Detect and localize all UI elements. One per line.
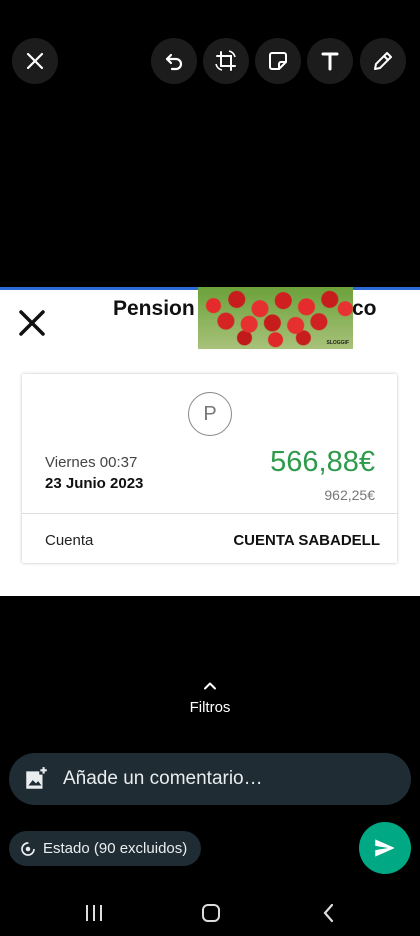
avatar: P (188, 392, 232, 436)
system-navigation-bar (0, 890, 420, 936)
filters-label: Filtros (189, 699, 231, 716)
undo-button[interactable] (151, 38, 197, 84)
comment-placeholder: Añade un comentario… (63, 768, 263, 789)
recent-apps-button[interactable] (80, 900, 108, 926)
comment-input[interactable]: Añade un comentario… (9, 753, 411, 805)
home-icon (202, 904, 220, 922)
pencil-icon (374, 52, 392, 70)
text-button[interactable] (307, 38, 353, 84)
roses-gif-sticker: SLOGGIF (198, 287, 353, 349)
close-icon (19, 310, 45, 336)
draw-button[interactable] (360, 38, 406, 84)
status-label: Estado (90 excluidos) (43, 840, 188, 857)
transaction-amount: 566,88€ (270, 446, 375, 478)
divider (22, 513, 397, 514)
crop-rotate-button[interactable] (203, 38, 249, 84)
add-image-icon[interactable] (23, 766, 49, 792)
title-right: co (352, 297, 377, 320)
transaction-card: P Viernes 00:37 23 Junio 2023 566,88€ 96… (22, 374, 397, 563)
recent-apps-icon (86, 905, 102, 921)
back-button[interactable] (315, 900, 343, 926)
sticker-icon (269, 52, 287, 70)
crop-rotate-icon (215, 50, 236, 71)
sticker-button[interactable] (255, 38, 301, 84)
chevron-up-icon (204, 682, 216, 690)
send-icon (375, 839, 395, 857)
editor-toolbar (0, 0, 420, 120)
image-preview: Pension co SLOGGIF P Viernes 00:37 23 Ju… (0, 287, 420, 596)
gif-watermark: SLOGGIF (326, 340, 350, 346)
title-left: Pension (113, 297, 195, 320)
close-button[interactable] (12, 38, 58, 84)
send-button[interactable] (359, 822, 411, 874)
text-icon (321, 52, 339, 71)
status-icon (21, 841, 35, 856)
status-audience-button[interactable]: Estado (90 excluidos) (9, 831, 202, 866)
balance-after: 962,25€ (324, 487, 375, 503)
undo-icon (165, 53, 183, 71)
transaction-date: 23 Junio 2023 (45, 475, 144, 492)
avatar-letter: P (203, 402, 217, 425)
transaction-day-time: Viernes 00:37 (45, 454, 138, 471)
home-button[interactable] (197, 900, 225, 926)
account-value: CUENTA SABADELL (233, 532, 380, 549)
back-icon (323, 903, 334, 923)
close-icon (26, 52, 44, 70)
account-label: Cuenta (45, 532, 94, 549)
filters-toggle[interactable]: Filtros (0, 676, 420, 716)
